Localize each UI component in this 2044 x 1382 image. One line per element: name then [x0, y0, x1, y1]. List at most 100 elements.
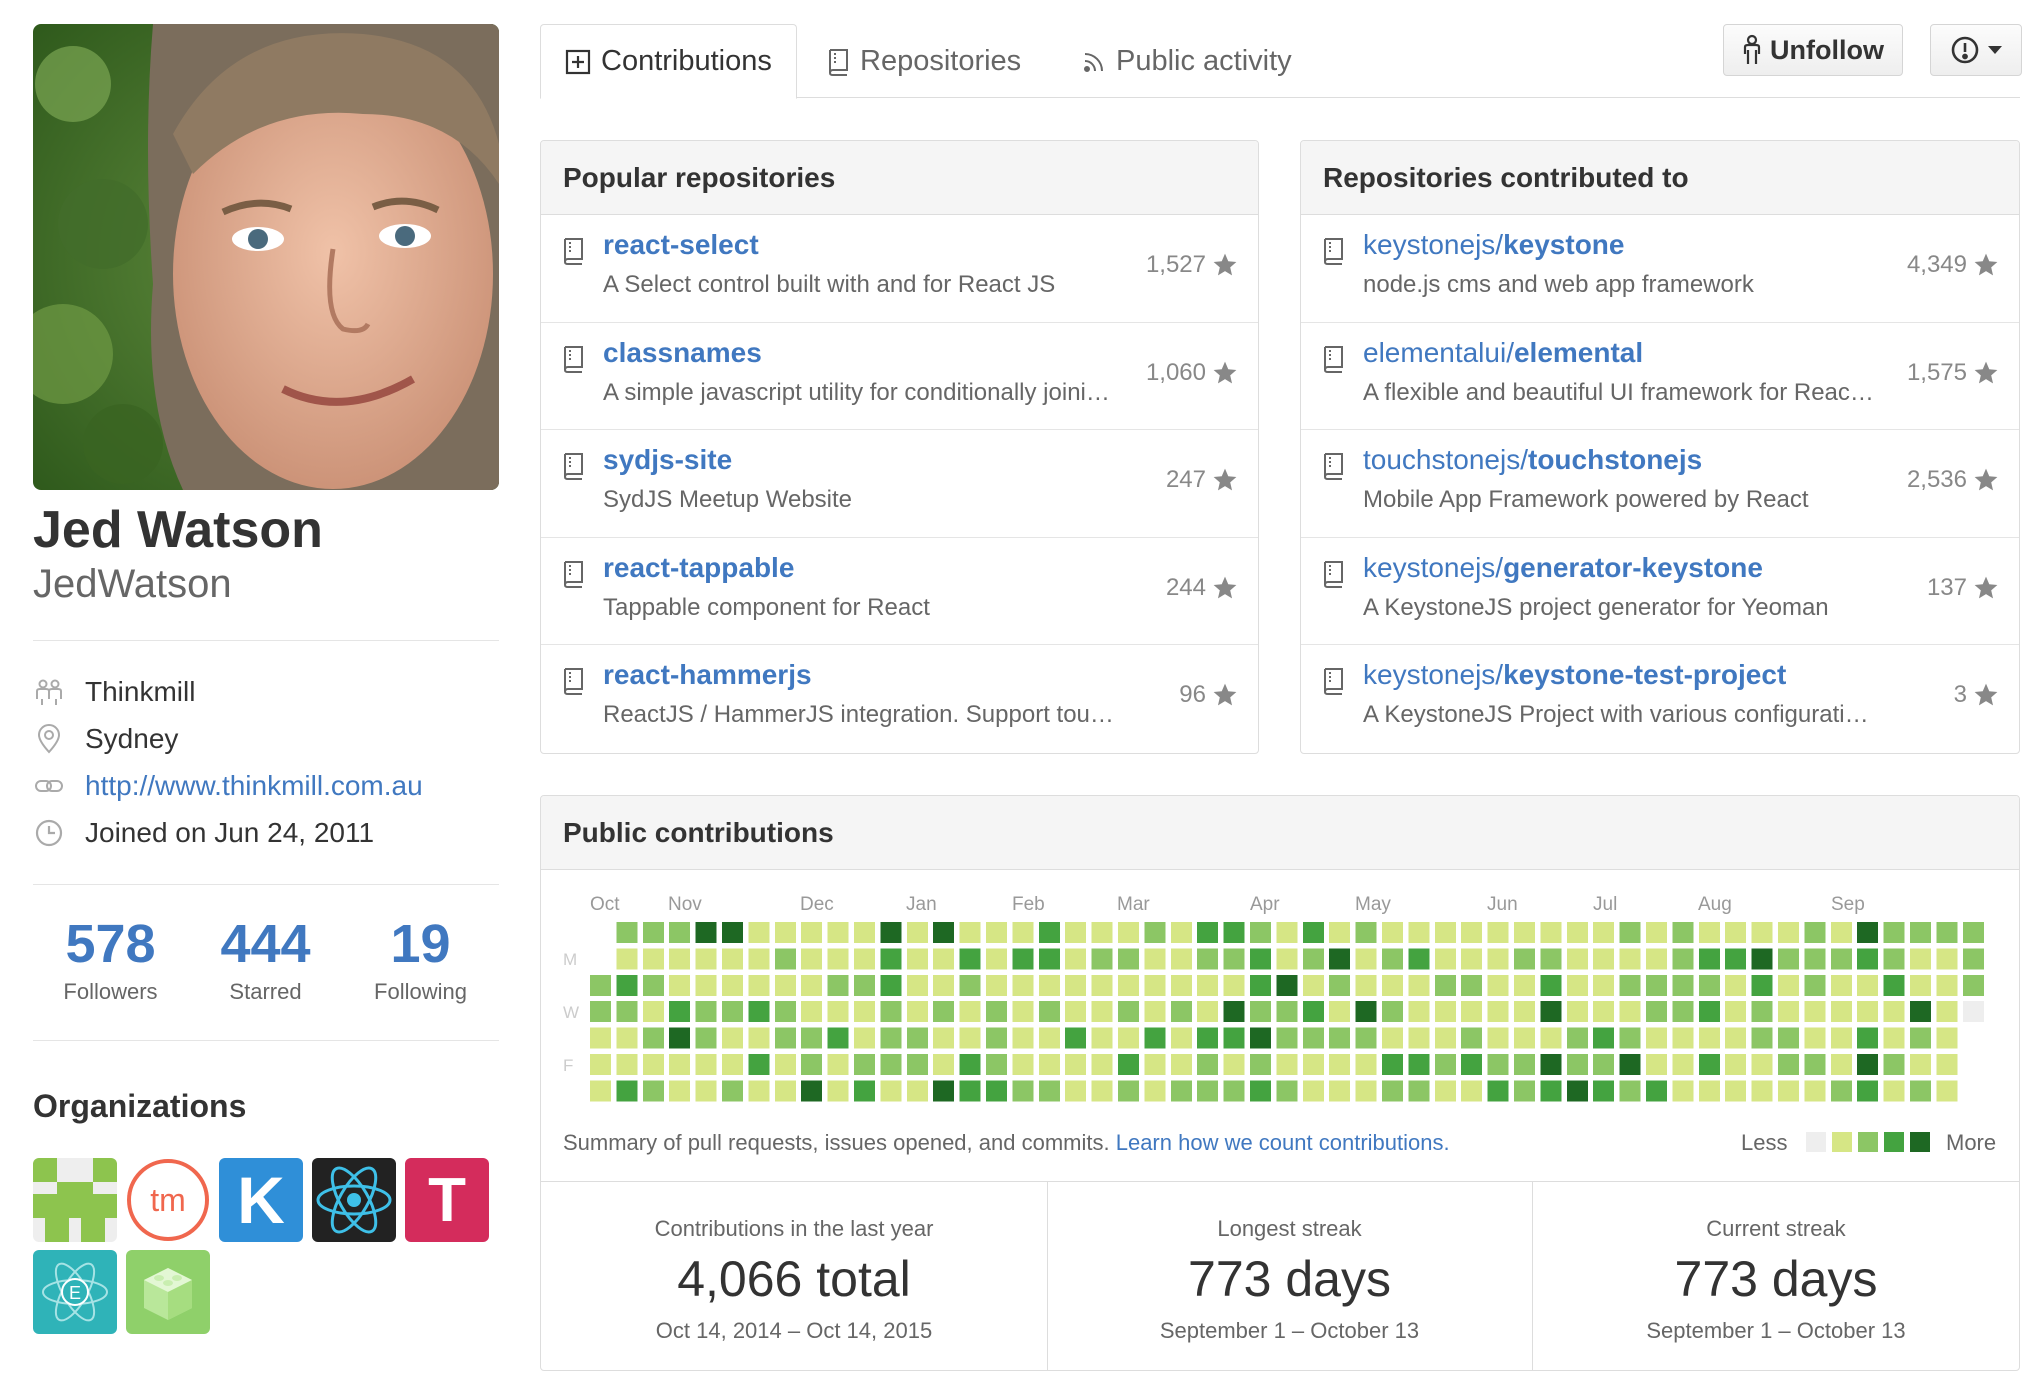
calendar-day[interactable]: [1408, 922, 1430, 943]
calendar-day[interactable]: [1910, 974, 1931, 996]
calendar-day[interactable]: [1118, 974, 1139, 996]
calendar-day[interactable]: [590, 974, 611, 996]
calendar-day[interactable]: [1593, 1080, 1615, 1102]
calendar-day[interactable]: [1883, 948, 1905, 970]
calendar-day[interactable]: [1936, 1001, 1958, 1023]
calendar-day[interactable]: [1514, 1001, 1535, 1023]
calendar-day[interactable]: [774, 1027, 796, 1049]
calendar-day[interactable]: [748, 1054, 770, 1075]
calendar-day[interactable]: [1487, 922, 1509, 943]
calendar-day[interactable]: [1751, 1080, 1773, 1102]
calendar-day[interactable]: [1118, 922, 1139, 943]
calendar-day[interactable]: [1118, 1054, 1139, 1075]
calendar-day[interactable]: [1725, 1001, 1747, 1023]
calendar-day[interactable]: [1250, 1054, 1271, 1075]
calendar-day[interactable]: [1936, 948, 1958, 970]
calendar-day[interactable]: [1408, 948, 1430, 970]
calendar-day[interactable]: [1593, 1001, 1615, 1023]
calendar-day[interactable]: [642, 948, 664, 970]
calendar-day[interactable]: [1038, 1054, 1060, 1075]
calendar-day[interactable]: [1936, 974, 1958, 996]
calendar-day[interactable]: [854, 1027, 875, 1049]
repo-link[interactable]: keystonejs/keystone-test-project: [1363, 659, 1786, 691]
calendar-day[interactable]: [1857, 1027, 1879, 1049]
calendar-day[interactable]: [642, 1027, 664, 1049]
calendar-day[interactable]: [1408, 1027, 1430, 1049]
calendar-day[interactable]: [1012, 1001, 1034, 1023]
calendar-day[interactable]: [1725, 948, 1747, 970]
calendar-day[interactable]: [1197, 948, 1219, 970]
calendar-day[interactable]: [801, 974, 823, 996]
calendar-day[interactable]: [1302, 1027, 1324, 1049]
calendar-day[interactable]: [827, 974, 849, 996]
calendar-day[interactable]: [642, 1080, 664, 1102]
calendar-day[interactable]: [1223, 1001, 1245, 1023]
learn-how-link[interactable]: Learn how we count contributions.: [1116, 1130, 1450, 1155]
calendar-day[interactable]: [1804, 1080, 1826, 1102]
calendar-day[interactable]: [1566, 1001, 1588, 1023]
calendar-day[interactable]: [1698, 1080, 1720, 1102]
calendar-day[interactable]: [1936, 1054, 1958, 1075]
calendar-day[interactable]: [1646, 974, 1667, 996]
calendar-day[interactable]: [933, 974, 955, 996]
calendar-day[interactable]: [1276, 1027, 1298, 1049]
calendar-day[interactable]: [1223, 922, 1245, 943]
repo-stars[interactable]: 137: [1927, 574, 1999, 602]
calendar-day[interactable]: [1619, 1027, 1641, 1049]
calendar-day[interactable]: [590, 1080, 611, 1102]
calendar-day[interactable]: [1091, 948, 1113, 970]
calendar-day[interactable]: [1250, 974, 1271, 996]
calendar-day[interactable]: [1751, 1027, 1773, 1049]
calendar-day[interactable]: [1038, 974, 1060, 996]
calendar-day[interactable]: [933, 1027, 955, 1049]
calendar-day[interactable]: [1672, 922, 1694, 943]
calendar-day[interactable]: [1065, 1027, 1087, 1049]
calendar-day[interactable]: [1223, 1054, 1245, 1075]
calendar-day[interactable]: [1883, 1001, 1905, 1023]
calendar-day[interactable]: [1355, 922, 1377, 943]
calendar-day[interactable]: [695, 1001, 717, 1023]
repo-row[interactable]: react-hammerjs ReactJS / HammerJS integra…: [541, 645, 1258, 753]
calendar-day[interactable]: [1012, 1080, 1034, 1102]
calendar-day[interactable]: [1514, 948, 1535, 970]
calendar-day[interactable]: [1408, 974, 1430, 996]
calendar-day[interactable]: [1329, 1001, 1351, 1023]
calendar-day[interactable]: [1434, 922, 1456, 943]
followers-stat[interactable]: 578 Followers: [33, 916, 188, 1005]
calendar-day[interactable]: [1355, 1054, 1377, 1075]
calendar-day[interactable]: [1065, 974, 1087, 996]
calendar-day[interactable]: [1434, 1001, 1456, 1023]
calendar-day[interactable]: [774, 974, 796, 996]
calendar-day[interactable]: [906, 1001, 928, 1023]
calendar-day[interactable]: [1540, 974, 1562, 996]
repo-row[interactable]: classnames A simple javascript utility fo…: [541, 323, 1258, 430]
calendar-day[interactable]: [1936, 1027, 1958, 1049]
calendar-day[interactable]: [1725, 1054, 1747, 1075]
calendar-day[interactable]: [906, 974, 928, 996]
calendar-day[interactable]: [1302, 974, 1324, 996]
calendar-day[interactable]: [1751, 1001, 1773, 1023]
calendar-day[interactable]: [695, 1080, 717, 1102]
repo-link[interactable]: keystonejs/keystone: [1363, 229, 1624, 261]
calendar-day[interactable]: [616, 1027, 638, 1049]
calendar-day[interactable]: [1170, 1080, 1192, 1102]
calendar-day[interactable]: [1540, 948, 1562, 970]
calendar-day[interactable]: [1778, 948, 1799, 970]
calendar-day[interactable]: [1540, 1054, 1562, 1075]
calendar-day[interactable]: [827, 922, 849, 943]
calendar-day[interactable]: [1118, 1027, 1139, 1049]
calendar-day[interactable]: [590, 1001, 611, 1023]
calendar-day[interactable]: [748, 1027, 770, 1049]
calendar-day[interactable]: [801, 1027, 823, 1049]
calendar-day[interactable]: [801, 922, 823, 943]
calendar-day[interactable]: [1012, 974, 1034, 996]
repo-link[interactable]: sydjs-site: [603, 444, 732, 476]
calendar-day[interactable]: [1461, 948, 1483, 970]
calendar-day[interactable]: [1778, 1080, 1799, 1102]
calendar-day[interactable]: [986, 1054, 1007, 1075]
unfollow-button[interactable]: Unfollow: [1723, 24, 1903, 76]
calendar-day[interactable]: [722, 1001, 743, 1023]
calendar-day[interactable]: [1276, 922, 1298, 943]
calendar-day[interactable]: [1038, 948, 1060, 970]
calendar-day[interactable]: [1487, 1001, 1509, 1023]
